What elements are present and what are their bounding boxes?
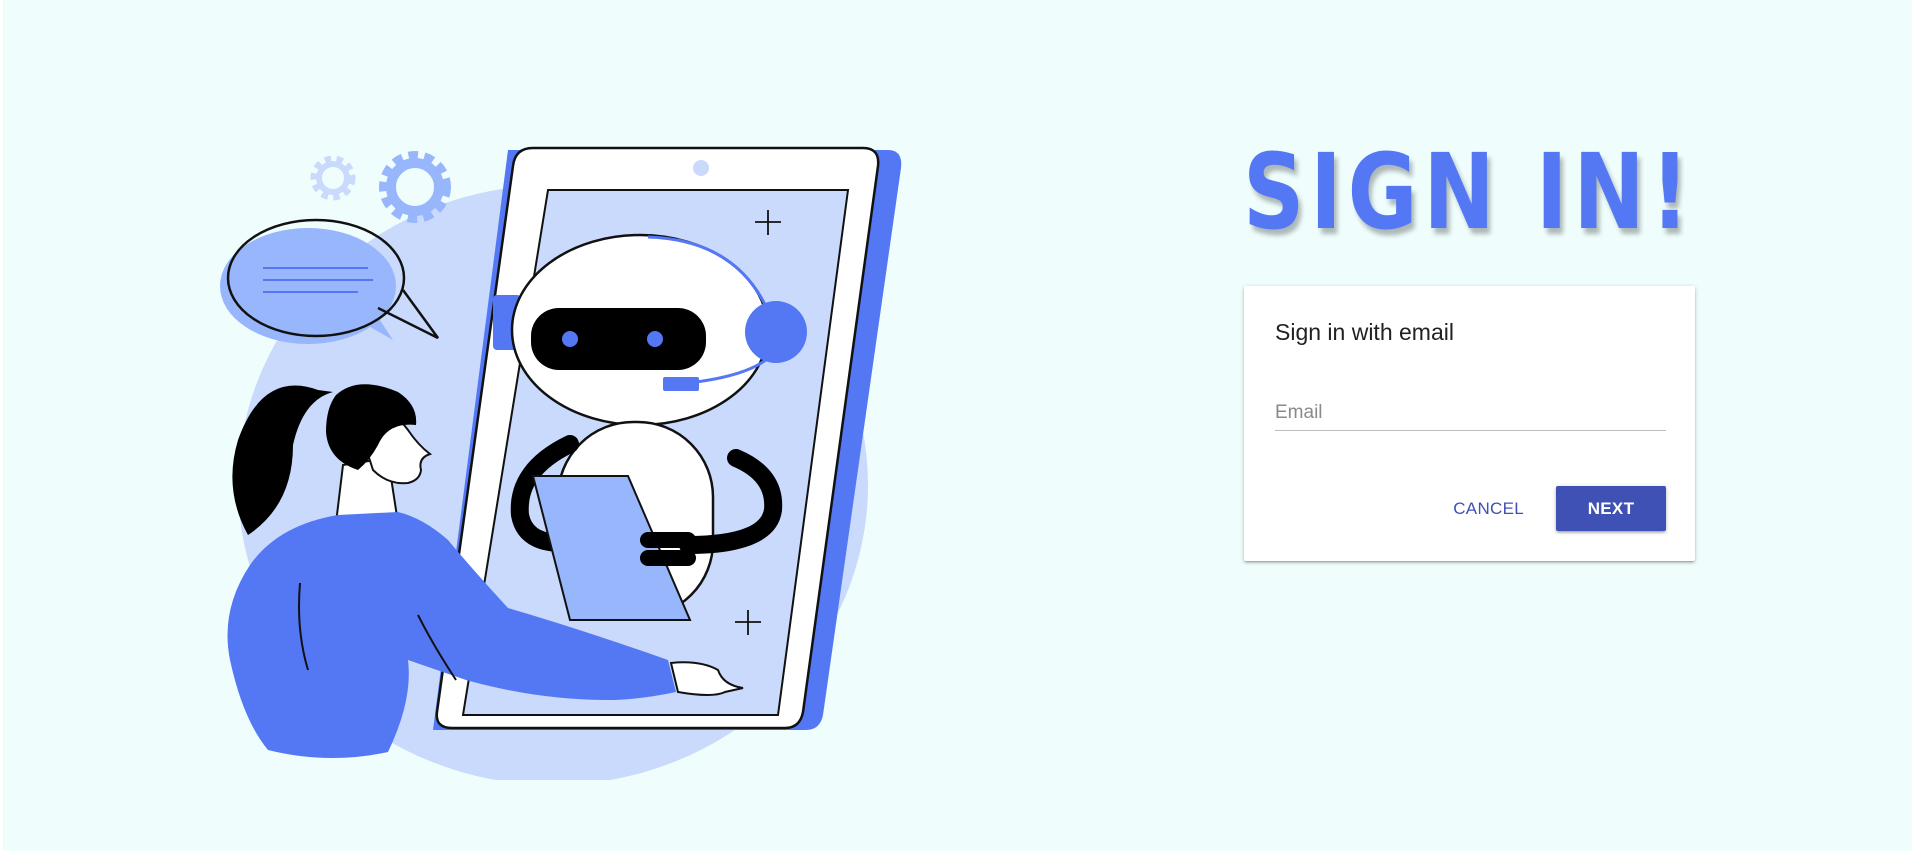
small-gear-icon [310,155,356,201]
sign-in-card: Sign in with email CANCEL NEXT [1244,286,1695,561]
large-gear-icon [379,151,451,223]
sign-in-page: SIGN IN! Sign in with email CANCEL NEXT [0,0,1912,851]
chatbot-illustration [220,146,902,780]
card-actions: CANCEL NEXT [1441,486,1666,531]
cancel-button[interactable]: CANCEL [1441,489,1536,529]
phone-camera [693,160,709,176]
email-field-container [1275,398,1666,438]
email-input[interactable] [1275,398,1666,431]
card-title: Sign in with email [1275,319,1454,345]
next-button[interactable]: NEXT [1556,486,1666,531]
sign-in-heading: SIGN IN! [1243,131,1696,253]
